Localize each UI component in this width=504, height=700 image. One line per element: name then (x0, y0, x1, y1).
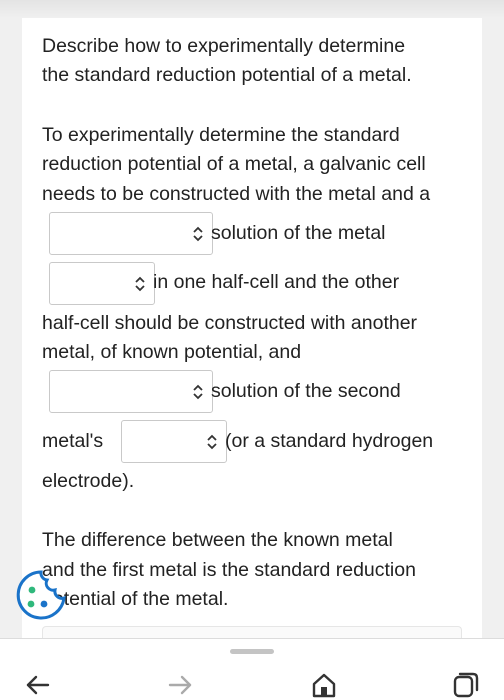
up-down-chevron-icon (135, 276, 145, 292)
answer-line-3: needs to be constructed with the metal a… (42, 183, 431, 205)
after-select-4-text: (or a standard hydrogen (225, 430, 434, 452)
after-select-2-text: in one half-cell and the other (153, 271, 400, 293)
after-select-1-text: solution of the metal (211, 222, 386, 244)
answer-line-7: metal, of known potential, and (42, 341, 302, 363)
dropdown-select-2[interactable] (49, 262, 155, 305)
conclusion-line-3: potential of the metal. (42, 588, 229, 610)
arrow-left-icon[interactable] (24, 671, 52, 699)
browser-bottom-bar (0, 638, 504, 700)
answer-line-10: electrode). (42, 470, 135, 492)
tabs-icon[interactable] (452, 671, 480, 699)
answer-line-2: reduction potential of a metal, a galvan… (42, 153, 426, 175)
cookie-icon[interactable] (14, 568, 68, 622)
dropdown-select-3[interactable] (49, 370, 213, 413)
after-select-3-text: solution of the second (211, 380, 401, 402)
sheet-handle[interactable] (230, 649, 274, 654)
top-shadow (0, 0, 504, 18)
home-icon[interactable] (310, 671, 338, 699)
arrow-right-icon[interactable] (166, 671, 194, 699)
dropdown-select-4[interactable] (121, 420, 227, 463)
answer-line-1: To experimentally determine the standard (42, 124, 400, 146)
conclusion-line-2: and the first metal is the standard redu… (42, 559, 416, 581)
conclusion-line-1: The difference between the known metal (42, 529, 393, 551)
question-line-1: Describe how to experimentally determine (42, 35, 406, 57)
up-down-chevron-icon (193, 384, 203, 400)
before-select-4-text: metal's (42, 430, 104, 452)
dropdown-select-1[interactable] (49, 212, 213, 255)
up-down-chevron-icon (193, 226, 203, 242)
answer-line-6: half-cell should be constructed with ano… (42, 312, 418, 334)
up-down-chevron-icon (207, 434, 217, 450)
question-line-2: the standard reduction potential of a me… (42, 64, 412, 86)
